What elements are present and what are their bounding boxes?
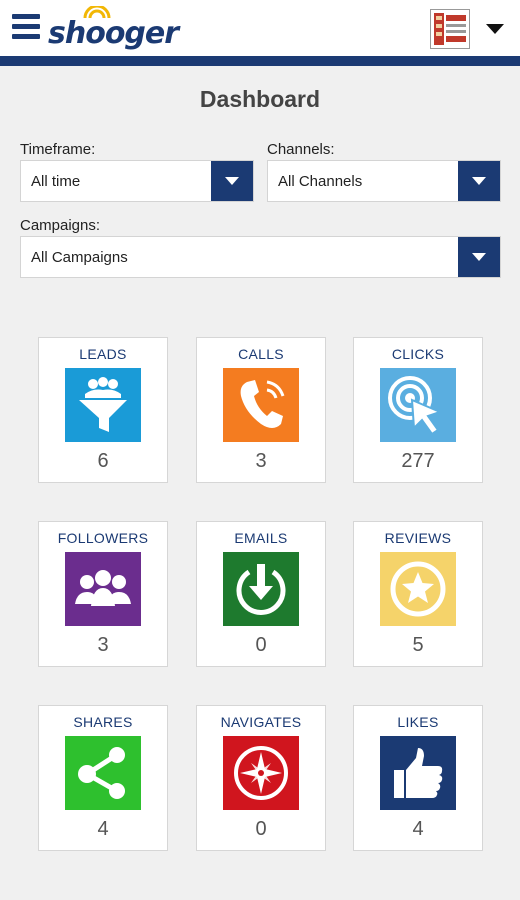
tile-count: 3 [255,450,267,472]
timeframe-select[interactable]: All time [20,160,254,202]
channels-value: All Channels [278,173,363,190]
timeframe-label: Timeframe: [20,141,96,158]
campaigns-select[interactable]: All Campaigns [20,236,501,278]
tile-count: 0 [255,818,267,840]
tile-label: SHARES [73,714,133,730]
tile-followers[interactable]: FOLLOWERS 3 [38,521,168,667]
compass-icon [223,736,299,810]
tile-label: EMAILS [234,530,288,546]
tile-label: REVIEWS [384,530,452,546]
tile-label: CALLS [238,346,284,362]
page-title: Dashboard [199,86,321,112]
campaigns-label: Campaigns: [20,217,101,234]
tile-label: LIKES [397,714,439,730]
tile-emails[interactable]: EMAILS 0 [196,521,326,667]
tile-count: 0 [255,634,267,656]
tile-label: NAVIGATES [220,714,302,730]
tile-clicks[interactable]: CLICKS 277 [353,337,483,483]
tile-reviews[interactable]: REVIEWS 5 [353,521,483,667]
timeframe-value: All time [31,173,81,190]
chevron-down-icon[interactable] [458,237,500,277]
chevron-down-icon[interactable] [211,161,253,201]
channels-label: Channels: [267,141,335,158]
tile-shares[interactable]: SHARES 4 [38,705,168,851]
tile-navigates[interactable]: NAVIGATES 0 [196,705,326,851]
people-icon [65,552,141,626]
cursor-click-icon [380,368,456,442]
tile-label: LEADS [79,346,127,362]
tile-count: 5 [412,634,424,656]
tile-count: 4 [97,818,109,840]
top-bar: shooger [0,0,520,56]
hamburger-icon[interactable] [12,14,40,40]
funnel-people-icon [65,368,141,442]
share-icon [65,736,141,810]
caret-down-icon[interactable] [486,24,504,34]
tile-count: 3 [97,634,109,656]
download-arrow-icon [223,552,299,626]
tile-label: CLICKS [391,346,445,362]
phone-icon [223,368,299,442]
channels-select[interactable]: All Channels [267,160,501,202]
tile-count: 6 [97,450,109,472]
tile-calls[interactable]: CALLS 3 [196,337,326,483]
logo-text: shooger [48,16,179,51]
tile-count: 4 [412,818,424,840]
header-divider [0,56,520,66]
thumbs-up-icon [380,736,456,810]
campaigns-value: All Campaigns [31,249,128,266]
chevron-down-icon[interactable] [458,161,500,201]
tile-leads[interactable]: LEADS 6 [38,337,168,483]
avatar[interactable] [430,9,470,49]
star-icon [380,552,456,626]
tile-label: FOLLOWERS [57,530,149,546]
tile-likes[interactable]: LIKES 4 [353,705,483,851]
tile-count: 277 [401,450,435,472]
